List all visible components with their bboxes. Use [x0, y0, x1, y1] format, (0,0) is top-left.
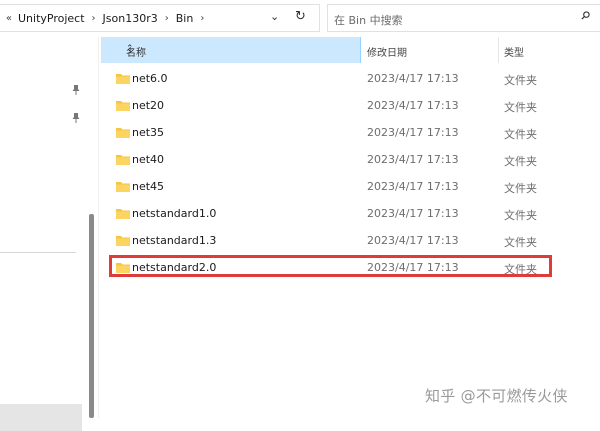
column-header-date-modified[interactable]: 修改日期	[367, 44, 407, 59]
pin-icon[interactable]	[72, 85, 80, 95]
file-row-netstandard2.0[interactable]: netstandard2.0 2023/4/17 17:13 文件夹	[101, 254, 600, 281]
search-box[interactable]: 在 Bin 中搜索	[327, 4, 600, 32]
file-row-netstandard1.3[interactable]: netstandard1.3 2023/4/17 17:13 文件夹	[101, 227, 600, 254]
address-bar[interactable]: « UnityProject › Json130r3 › Bin › ⌄ ↻	[0, 4, 320, 32]
breadcrumb-item-bin[interactable]: Bin	[176, 12, 194, 25]
file-row-net40[interactable]: net40 2023/4/17 17:13 文件夹	[101, 146, 600, 173]
column-header-name[interactable]: 名称 ⌃ ⌄	[101, 37, 361, 63]
pin-icon[interactable]	[72, 113, 80, 123]
folder-icon	[116, 128, 130, 138]
folder-icon	[116, 101, 130, 111]
file-type: 文件夹	[504, 182, 537, 195]
breadcrumb-separator-icon[interactable]: ›	[200, 13, 204, 24]
address-bar-row: « UnityProject › Json130r3 › Bin › ⌄ ↻ 在…	[0, 0, 600, 37]
file-row-netstandard1.0[interactable]: netstandard1.0 2023/4/17 17:13 文件夹	[101, 200, 600, 227]
search-placeholder: 在 Bin 中搜索	[334, 14, 403, 27]
column-header: 名称 ⌃ ⌄ 修改日期 类型	[101, 37, 600, 63]
file-type: 文件夹	[504, 236, 537, 249]
file-name: net20	[132, 99, 165, 112]
breadcrumb-separator-icon[interactable]: ›	[165, 13, 169, 24]
file-type: 文件夹	[504, 101, 537, 114]
file-type: 文件夹	[504, 74, 537, 87]
file-date: 2023/4/17 17:13	[367, 180, 459, 193]
file-list: net6.0 2023/4/17 17:13 文件夹 net20 2023/4/…	[101, 65, 600, 281]
folder-icon	[116, 155, 130, 165]
search-icon[interactable]	[581, 11, 590, 20]
file-name: netstandard2.0	[132, 261, 217, 274]
nav-divider	[0, 252, 76, 253]
folder-icon	[116, 74, 130, 84]
file-name: net6.0	[132, 72, 168, 85]
file-name: net40	[132, 153, 165, 166]
column-header-type[interactable]: 类型	[504, 44, 524, 59]
file-name: net35	[132, 126, 165, 139]
watermark: 知乎 @不可燃传火侠	[425, 387, 568, 405]
file-name: netstandard1.0	[132, 207, 217, 220]
pane-divider[interactable]	[98, 37, 99, 418]
file-row-net20[interactable]: net20 2023/4/17 17:13 文件夹	[101, 92, 600, 119]
file-date: 2023/4/17 17:13	[367, 99, 459, 112]
nav-scrollbar-thumb[interactable]	[89, 214, 94, 418]
file-date: 2023/4/17 17:13	[367, 261, 459, 274]
breadcrumb-item-unityproject[interactable]: UnityProject	[18, 12, 85, 25]
file-row-net35[interactable]: net35 2023/4/17 17:13 文件夹	[101, 119, 600, 146]
file-date: 2023/4/17 17:13	[367, 234, 459, 247]
file-type: 文件夹	[504, 263, 537, 276]
file-type: 文件夹	[504, 155, 537, 168]
column-filter-chevron-icon[interactable]: ⌄	[126, 44, 134, 54]
file-date: 2023/4/17 17:13	[367, 207, 459, 220]
folder-icon	[116, 182, 130, 192]
file-name: net45	[132, 180, 165, 193]
breadcrumb-separator-icon[interactable]: ›	[92, 13, 96, 24]
address-history-dropdown-icon[interactable]: ⌄	[270, 10, 279, 23]
folder-icon	[116, 209, 130, 219]
file-name: netstandard1.3	[132, 234, 217, 247]
breadcrumb-overflow-button[interactable]: «	[0, 13, 12, 24]
file-row-net45[interactable]: net45 2023/4/17 17:13 文件夹	[101, 173, 600, 200]
breadcrumb-item-json130r3[interactable]: Json130r3	[103, 12, 158, 25]
refresh-icon[interactable]: ↻	[295, 9, 306, 24]
column-separator[interactable]	[498, 37, 499, 63]
file-type: 文件夹	[504, 128, 537, 141]
file-date: 2023/4/17 17:13	[367, 126, 459, 139]
folder-icon	[116, 236, 130, 246]
file-date: 2023/4/17 17:13	[367, 153, 459, 166]
file-row-net6.0[interactable]: net6.0 2023/4/17 17:13 文件夹	[101, 65, 600, 92]
folder-icon	[116, 263, 130, 273]
navigation-pane	[0, 37, 88, 431]
file-type: 文件夹	[504, 209, 537, 222]
file-date: 2023/4/17 17:13	[367, 72, 459, 85]
